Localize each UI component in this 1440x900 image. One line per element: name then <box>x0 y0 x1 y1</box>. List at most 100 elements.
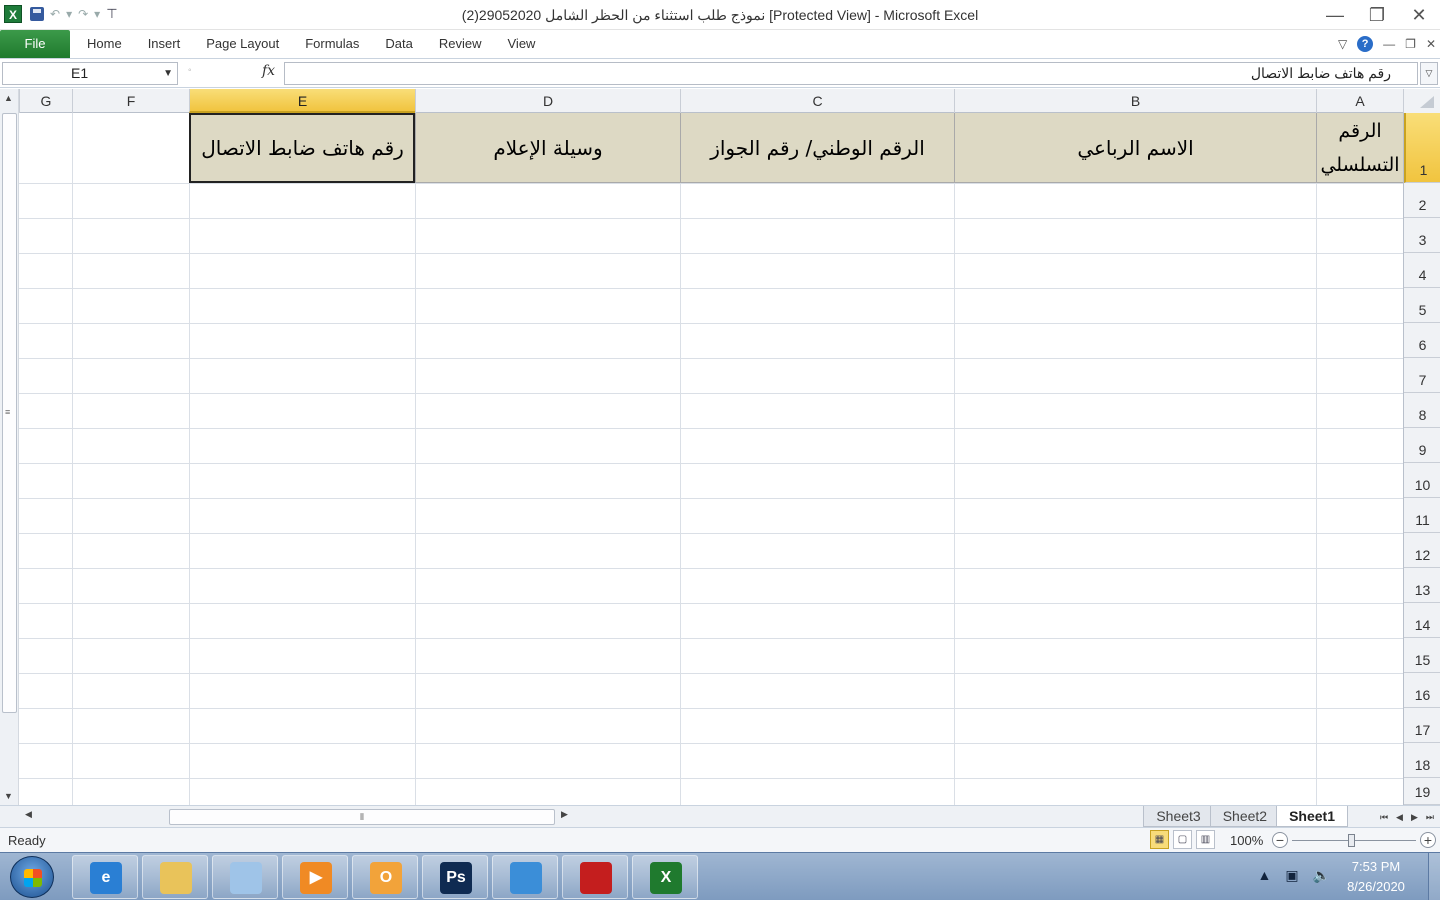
horizontal-scroll-thumb[interactable]: ⦀ <box>169 809 555 825</box>
tab-page-layout[interactable]: Page Layout <box>193 30 292 58</box>
normal-view-icon[interactable]: ▦ <box>1150 830 1169 849</box>
column-header-g[interactable]: G <box>19 89 72 113</box>
tab-insert[interactable]: Insert <box>135 30 194 58</box>
zoom-out-icon[interactable]: − <box>1272 832 1288 848</box>
formula-bar-resize-icon[interactable]: ◦ <box>188 65 192 76</box>
row-header[interactable]: 17 <box>1404 708 1440 743</box>
cell-c1[interactable]: الرقم الوطني/ رقم الجواز <box>680 113 954 183</box>
tab-data[interactable]: Data <box>372 30 425 58</box>
tab-formulas[interactable]: Formulas <box>292 30 372 58</box>
tab-view[interactable]: View <box>495 30 549 58</box>
name-box[interactable]: E1 ▼ <box>2 62 178 85</box>
row-header[interactable]: 5 <box>1404 288 1440 323</box>
gridline <box>19 673 1403 674</box>
row-header[interactable]: 11 <box>1404 498 1440 533</box>
expand-formula-bar-icon[interactable]: ▽ <box>1420 62 1438 85</box>
insert-function-icon[interactable]: fx <box>262 63 275 79</box>
cell-a1[interactable]: الرقم التسلسلي <box>1316 113 1403 183</box>
column-header-a[interactable]: A <box>1316 89 1403 113</box>
row-header[interactable]: 15 <box>1404 638 1440 673</box>
next-sheet-icon[interactable]: ▶ <box>1411 808 1418 826</box>
show-desktop-button[interactable] <box>1428 853 1440 900</box>
column-header-e[interactable]: E <box>189 89 415 113</box>
cell-e1[interactable]: رقم هاتف ضابط الاتصال <box>189 113 415 183</box>
show-hidden-icons-icon[interactable]: ▲ <box>1257 867 1271 884</box>
row-header[interactable]: 1 <box>1404 113 1440 183</box>
sheet-tab-navigation: ⏮ ◀ ▶ ⏭ <box>1380 808 1434 826</box>
sheet-tab-sheet3[interactable]: Sheet3 <box>1143 806 1214 827</box>
row-header[interactable]: 10 <box>1404 463 1440 498</box>
column-header-b[interactable]: B <box>954 89 1316 113</box>
restore-button[interactable]: ❐ <box>1356 0 1398 30</box>
row-header[interactable]: 4 <box>1404 253 1440 288</box>
zoom-knob[interactable] <box>1348 834 1355 847</box>
row-header[interactable]: 12 <box>1404 533 1440 568</box>
vertical-scrollbar[interactable]: ▲ ≡ ▼ <box>0 89 19 805</box>
system-clock[interactable]: 7:53 PM 8/26/2020 <box>1336 857 1416 897</box>
row-header[interactable]: 8 <box>1404 393 1440 428</box>
zoom-in-icon[interactable]: + <box>1420 832 1436 848</box>
minimize-button[interactable]: — <box>1314 0 1356 30</box>
sheet-tab-sheet1[interactable]: Sheet1 <box>1276 806 1348 827</box>
page-layout-view-icon[interactable]: ▢ <box>1173 830 1192 849</box>
row-header[interactable]: 2 <box>1404 183 1440 218</box>
taskbar-excel[interactable]: X <box>632 855 698 899</box>
cell-b1[interactable]: الاسم الرباعي <box>954 113 1316 183</box>
volume-icon[interactable]: 🔈 <box>1313 867 1330 884</box>
zoom-slider[interactable]: − + <box>1272 831 1436 851</box>
help-icon[interactable]: ? <box>1357 36 1374 52</box>
row-header[interactable]: 6 <box>1404 323 1440 358</box>
scroll-down-icon[interactable]: ▼ <box>4 791 13 801</box>
row-header[interactable]: 14 <box>1404 603 1440 638</box>
row-header[interactable]: 7 <box>1404 358 1440 393</box>
row-header[interactable]: 13 <box>1404 568 1440 603</box>
select-all-corner[interactable] <box>1403 89 1440 113</box>
sheet-tab-sheet2[interactable]: Sheet2 <box>1209 806 1281 827</box>
file-tab[interactable]: File <box>0 30 70 58</box>
taskbar-photoshop[interactable]: Ps <box>422 855 488 899</box>
workbook-close-button[interactable]: ✕ <box>1426 37 1436 51</box>
clock-date: 8/26/2020 <box>1347 879 1405 894</box>
taskbar-notepad[interactable] <box>212 855 278 899</box>
ribbon-tabs: Home Insert Page Layout Formulas Data Re… <box>74 30 548 58</box>
taskbar-outlook[interactable]: O <box>352 855 418 899</box>
close-button[interactable]: ✕ <box>1398 0 1440 30</box>
zoom-level[interactable]: 100% <box>1230 833 1263 848</box>
row-header[interactable]: 16 <box>1404 673 1440 708</box>
taskbar-internet-explorer[interactable]: e <box>72 855 138 899</box>
tab-review[interactable]: Review <box>426 30 495 58</box>
taskbar-adobe-acrobat[interactable] <box>562 855 628 899</box>
taskbar-file-explorer[interactable] <box>142 855 208 899</box>
cell-grid[interactable]: رقم هاتف ضابط الاتصال وسيلة الإعلام الرق… <box>19 113 1403 805</box>
column-header-d[interactable]: D <box>415 89 680 113</box>
formula-tools: ◦ fx <box>182 62 282 85</box>
workbook-minimize-button[interactable]: — <box>1383 37 1395 51</box>
taskbar-chrome[interactable] <box>492 855 558 899</box>
name-box-dropdown-icon[interactable]: ▼ <box>163 63 173 84</box>
last-sheet-icon[interactable]: ⏭ <box>1426 808 1434 826</box>
scroll-left-icon[interactable]: ◀ <box>25 809 32 820</box>
gridline <box>19 358 1403 359</box>
row-headers: 1 2 3 4 5 6 7 8 9 10 11 12 13 14 15 16 1… <box>1403 113 1440 805</box>
first-sheet-icon[interactable]: ⏮ <box>1380 808 1388 826</box>
horizontal-scrollbar[interactable]: ◀ ⦀ ▶ <box>19 808 579 826</box>
ribbon-collapse-icon[interactable]: ▽ <box>1338 37 1347 51</box>
formula-input[interactable]: رقم هاتف ضابط الاتصال <box>284 62 1418 85</box>
row-header[interactable]: 3 <box>1404 218 1440 253</box>
scroll-right-icon[interactable]: ▶ <box>561 809 568 820</box>
page-break-view-icon[interactable]: ▥ <box>1196 830 1215 849</box>
start-button[interactable] <box>10 856 54 898</box>
network-icon[interactable]: ▣ <box>1285 867 1298 884</box>
column-header-f[interactable]: F <box>72 89 189 113</box>
row-header[interactable]: 9 <box>1404 428 1440 463</box>
previous-sheet-icon[interactable]: ◀ <box>1396 808 1403 826</box>
taskbar-media-player[interactable]: ▶ <box>282 855 348 899</box>
tab-home[interactable]: Home <box>74 30 135 58</box>
cell-d1[interactable]: وسيلة الإعلام <box>415 113 680 183</box>
row-header[interactable]: 18 <box>1404 743 1440 778</box>
sheet-tab-bar: ◀ ⦀ ▶ Sheet3 Sheet2 Sheet1 ⏮ ◀ ▶ ⏭ <box>0 805 1440 827</box>
scroll-up-icon[interactable]: ▲ <box>4 93 13 103</box>
workbook-restore-button[interactable]: ❐ <box>1405 37 1416 51</box>
column-header-c[interactable]: C <box>680 89 954 113</box>
row-header[interactable]: 19 <box>1404 778 1440 805</box>
